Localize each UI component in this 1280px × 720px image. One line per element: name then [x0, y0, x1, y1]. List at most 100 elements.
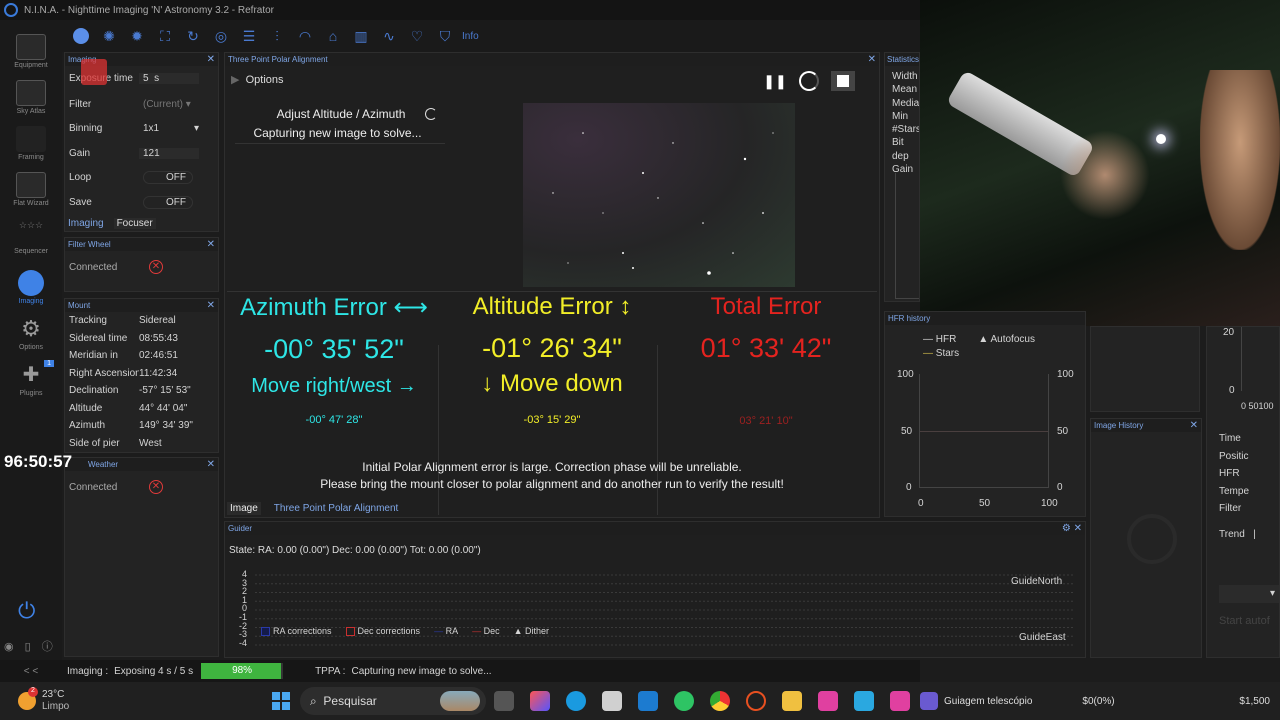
power-icon[interactable]: ⏻ [18, 598, 35, 624]
chrome-icon[interactable] [710, 691, 730, 711]
statistics-panel: Statistics Width Mean Media Min #Stars Bit d… [884, 52, 920, 302]
guider-legend: RA corrections Dec corrections — RA — De… [261, 626, 550, 637]
nina-logo-icon [4, 3, 18, 17]
guide-east-label: GuideEast [1019, 632, 1066, 643]
imaging-status-text: Exposing 4 s / 5 s [114, 665, 194, 677]
y-tick: 50 [1057, 426, 1069, 437]
dome-icon[interactable]: ⌂ [322, 25, 344, 47]
loop-toggle[interactable]: OFF [143, 171, 193, 185]
filter-wheel-title: Filter Wheel [68, 240, 111, 249]
nav-equipment[interactable]: Equipment [0, 34, 62, 69]
spinner-icon [799, 71, 819, 91]
pause-icon[interactable]: ❚❚ [763, 71, 787, 91]
circle-tool-icon[interactable] [70, 25, 92, 47]
nav-framing[interactable]: Framing [0, 126, 62, 161]
copilot-icon[interactable] [530, 691, 550, 711]
nav-options[interactable]: ⚙ Options [0, 316, 62, 351]
nav-flat-wizard[interactable]: Flat Wizard [0, 172, 62, 207]
list-icon[interactable]: ☰ [238, 25, 260, 47]
loop-row: Loop OFF [65, 169, 218, 187]
legend-ra-corrections: RA corrections [261, 626, 332, 637]
toolbar: ✺ ✹ ⛶ ↻ ◎ ☰ ⫶ ◠ ⌂ ▥ ∿ ♡ ⛉ Info [62, 20, 920, 52]
tppa-tabs: Image Three Point Polar Alignment [227, 502, 401, 515]
step-divider [235, 143, 445, 144]
store-icon[interactable] [602, 691, 622, 711]
result-divider [227, 291, 877, 292]
sequencer-stars-icon: ☆☆☆ [18, 220, 44, 230]
windows-start-icon[interactable] [272, 692, 290, 710]
nav-plugins[interactable]: ✚ 1 Plugins [0, 360, 62, 397]
sliders-icon[interactable]: ⫶ [266, 25, 288, 47]
opera-icon[interactable] [746, 691, 766, 711]
hfr-history-title: HFR history [888, 314, 931, 323]
autofocus-panel: 20 0 0 50100 Time Positic HFR Tempe Filter … [1206, 326, 1280, 658]
arc-icon[interactable]: ◠ [294, 25, 316, 47]
focus-target-icon[interactable]: ◎ [210, 25, 232, 47]
step-spinner-icon [425, 108, 437, 120]
tab-focuser[interactable]: Focuser [113, 218, 156, 229]
task-view-icon[interactable] [494, 691, 514, 711]
crop-icon[interactable]: ⛶ [154, 25, 176, 47]
close-icon[interactable]: ✕ [1190, 420, 1201, 431]
title-bar: N.I.N.A. - Nighttime Imaging 'N' Astrono… [0, 0, 920, 20]
tppa-title: Three Point Polar Alignment [228, 55, 328, 64]
save-toggle[interactable]: OFF [143, 195, 193, 209]
disconnected-icon[interactable]: ✕ [149, 260, 163, 274]
flat-wizard-icon [16, 172, 46, 198]
y-tick: 20 [1223, 327, 1235, 338]
method-select[interactable]: ▾ [1219, 585, 1279, 603]
tab-three-point-polar-alignment[interactable]: Three Point Polar Alignment [271, 502, 402, 515]
close-icon[interactable]: ✕ [207, 300, 218, 311]
weather-panel: Weather ✕ Connected ✕ [64, 457, 219, 657]
info-button[interactable]: Info [462, 31, 479, 42]
gain-input[interactable]: 121 [139, 147, 199, 159]
mount-row: Right Ascension 11:42:34 [69, 367, 178, 379]
tab-image[interactable]: Image [227, 502, 261, 515]
aperture-icon[interactable]: ✺ [98, 25, 120, 47]
image-history-panel: Image History ✕ [1090, 418, 1202, 658]
gear-icon: ⚙ [21, 316, 41, 341]
folder-icon[interactable] [782, 691, 802, 711]
legend-dither: ▲ Dither [513, 626, 550, 636]
bar-chart-icon[interactable]: ▥ [350, 25, 372, 47]
imaging-tabs: Imaging Focuser [68, 218, 156, 229]
app-icon[interactable] [638, 691, 658, 711]
nav-sky-atlas[interactable]: Sky Atlas [0, 80, 62, 115]
close-icon[interactable]: ✕ [207, 54, 218, 65]
bulb-icon[interactable]: ♡ [406, 25, 428, 47]
progress-text: 98% [232, 665, 253, 676]
search-highlight-image [440, 691, 480, 711]
taskbar-active-window[interactable]: Guiagem telescópio [920, 692, 1032, 710]
weather-widget[interactable]: 2 23°C Limpo [0, 687, 230, 713]
tppa-controls: ❚❚ [763, 71, 855, 91]
edge-icon[interactable] [566, 691, 586, 711]
taskbar-search[interactable]: ⌕ Pesquisar [300, 687, 486, 715]
start-autofocus-button[interactable]: Start autof [1219, 615, 1270, 627]
stop-button[interactable] [831, 71, 855, 91]
telescope-icon [16, 34, 46, 60]
filter-select[interactable]: (Current) ▾ [139, 99, 199, 110]
tab-imaging[interactable]: Imaging [68, 218, 104, 229]
rotate-icon[interactable]: ↻ [182, 25, 204, 47]
app-icon[interactable] [854, 691, 874, 711]
step-status: Capturing new image to solve... [253, 126, 422, 140]
exposure-input[interactable]: 5 s [139, 73, 199, 85]
nav-imaging[interactable]: Imaging [0, 270, 62, 305]
target-icon[interactable]: ✹ [126, 25, 148, 47]
legend-dec-corrections: Dec corrections [345, 626, 420, 637]
app-icon[interactable] [890, 691, 910, 711]
shield-icon[interactable]: ⛉ [434, 25, 456, 47]
nav-sequencer[interactable]: ☆☆☆ Sequencer [0, 220, 62, 255]
close-icon[interactable]: ✕ [868, 54, 879, 65]
options-expander[interactable]: ▶ Options [231, 73, 284, 86]
close-icon[interactable]: ✕ [207, 459, 218, 470]
close-icon[interactable]: ⚙ ✕ [1062, 523, 1085, 534]
app-icon[interactable] [818, 691, 838, 711]
disconnected-icon[interactable]: ✕ [149, 480, 163, 494]
warning-line-2: Please bring the mount closer to polar a… [320, 477, 784, 491]
wave-icon[interactable]: ∿ [378, 25, 400, 47]
whatsapp-icon[interactable] [674, 691, 694, 711]
collapse-button[interactable]: < < [0, 666, 62, 677]
close-icon[interactable]: ✕ [207, 239, 218, 250]
binning-select[interactable]: 1x1 ▾ [139, 123, 199, 134]
